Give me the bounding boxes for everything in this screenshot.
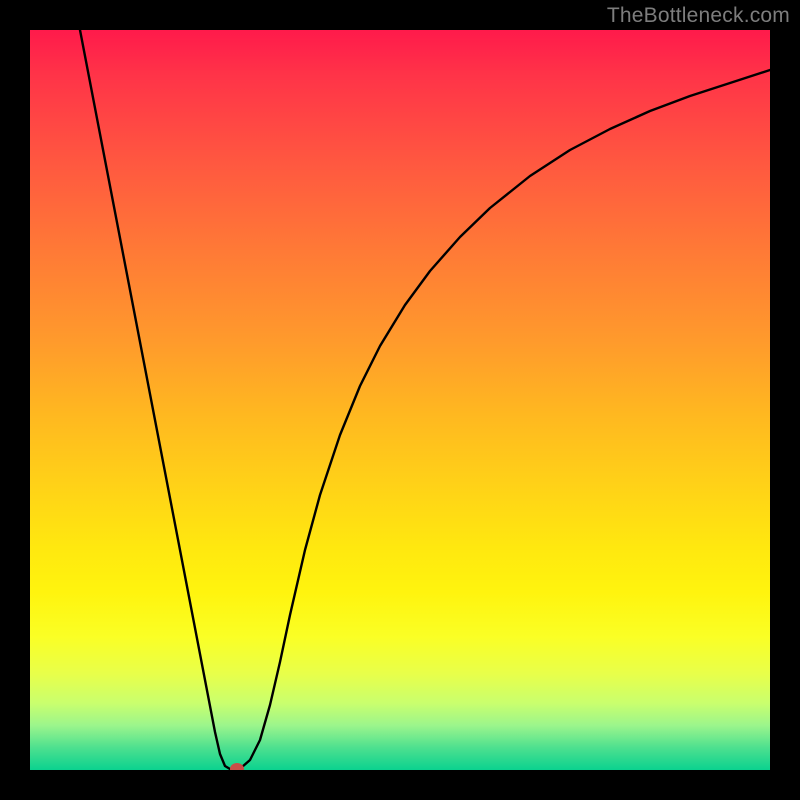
optimal-point-marker [230,763,244,770]
watermark-label: TheBottleneck.com [607,4,790,28]
plot-area [30,30,770,770]
curve-svg [30,30,770,770]
bottleneck-curve [80,30,770,769]
chart-frame: TheBottleneck.com [0,0,800,800]
